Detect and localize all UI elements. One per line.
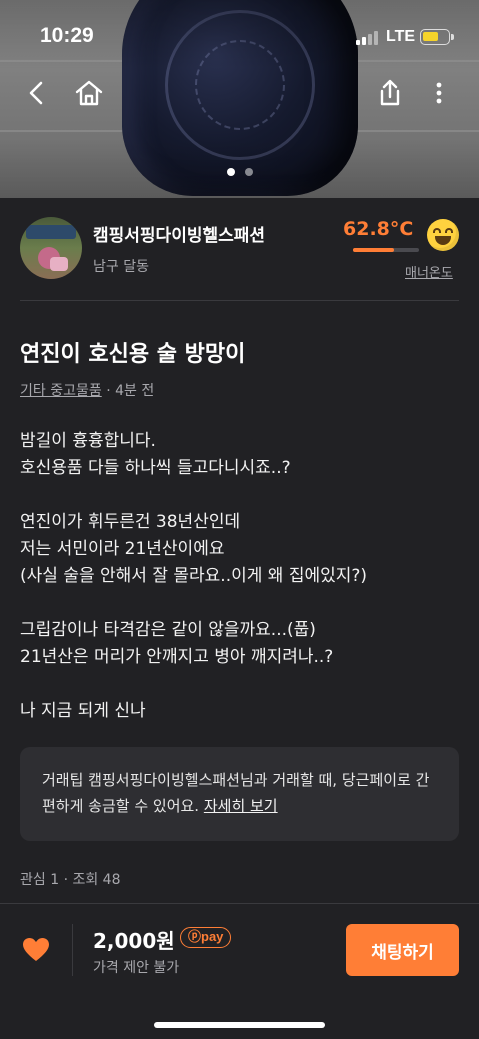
divider (72, 924, 73, 976)
trade-tip-box: 거래팁 캠핑서핑다이빙헬스패션님과 거래할 때, 당근페이로 간편하게 송금할 … (20, 747, 459, 841)
pay-badge: ⓟpay (180, 927, 232, 948)
home-button[interactable] (72, 76, 106, 110)
post-body-line (20, 482, 459, 509)
post-meta: 기타 중고물품 · 4분 전 (20, 380, 154, 400)
network-label: LTE (386, 28, 416, 45)
post-title: 연진이 호신용 술 방망이 (20, 342, 246, 367)
post-body-line (20, 590, 459, 617)
avatar[interactable] (20, 217, 82, 279)
share-button[interactable] (373, 76, 407, 110)
seller-name[interactable]: 캠핑서핑다이빙헬스패션 (93, 221, 265, 246)
post-body-line: 밤길이 흉흉합니다. (20, 431, 156, 451)
home-indicator[interactable] (154, 1022, 325, 1028)
trade-tip-prefix: 거래팁 (42, 771, 84, 789)
signal-icon (356, 31, 378, 45)
back-button[interactable] (20, 76, 54, 110)
carousel-dot[interactable] (244, 168, 253, 176)
more-vertical-icon (436, 82, 442, 104)
temperature-bar (353, 248, 419, 252)
post-time: · 4분 전 (106, 383, 155, 399)
carousel-indicator[interactable] (0, 168, 479, 176)
post-body-line: 저는 서민이라 21년산이에요 (20, 539, 225, 559)
heart-icon (23, 938, 49, 961)
manner-temperature-link[interactable]: 매너온도 (405, 262, 453, 281)
post-body-line: 나 지금 되게 신나 (20, 701, 146, 721)
chevron-left-icon (29, 81, 43, 105)
like-button[interactable] (22, 937, 50, 963)
negotiation-status: 가격 제안 불가 (93, 960, 180, 976)
trade-tip-text: 거래팁 캠핑서핑다이빙헬스패션님과 거래할 때, 당근페이로 간편하게 송금할 … (42, 767, 437, 819)
seller-location: 남구 달동 (93, 259, 149, 275)
post-body-line: (사실 술을 안해서 잘 몰라요..이게 왜 집에있지?) (20, 566, 368, 586)
chat-button[interactable]: 채팅하기 (346, 924, 459, 976)
post-body-line: 21년산은 머리가 안깨지고 병아 깨지려나..? (20, 647, 334, 667)
post-body-line: 연진이가 휘두른건 38년산인데 (20, 512, 241, 532)
post-body-line: 호신용품 다들 하나씩 들고다니시죠..? (20, 458, 291, 478)
post-body-line: 그립감이나 타격감은 같이 않을까요...(풉) (20, 620, 316, 640)
more-button[interactable] (422, 76, 456, 110)
laughing-face-icon (427, 219, 459, 251)
carousel-dot[interactable] (226, 168, 235, 176)
status-time: 10:29 (40, 24, 94, 47)
home-icon (75, 80, 103, 106)
share-icon (380, 79, 400, 106)
battery-icon (420, 29, 454, 45)
manner-temperature: 62.8°C (343, 218, 414, 240)
bottom-bar: 2,000원 ⓟpay 가격 제안 불가 채팅하기 (0, 903, 479, 1039)
seller-profile[interactable]: 캠핑서핑다이빙헬스패션 남구 달동 62.8°C 매너온도 (20, 217, 459, 301)
post-body-line (20, 671, 459, 698)
post-body: 밤길이 흉흉합니다. 호신용품 다들 하나씩 들고다니시죠..? 연진이가 휘두른건… (20, 428, 459, 725)
details-link[interactable]: 자세히 보기 (204, 797, 278, 815)
price: 2,000원 (93, 929, 175, 953)
category-link[interactable]: 기타 중고물품 (20, 383, 102, 399)
post-stats: 관심 1 · 조회 48 (20, 872, 121, 888)
status-bar: 10:29 LTE (0, 0, 479, 70)
